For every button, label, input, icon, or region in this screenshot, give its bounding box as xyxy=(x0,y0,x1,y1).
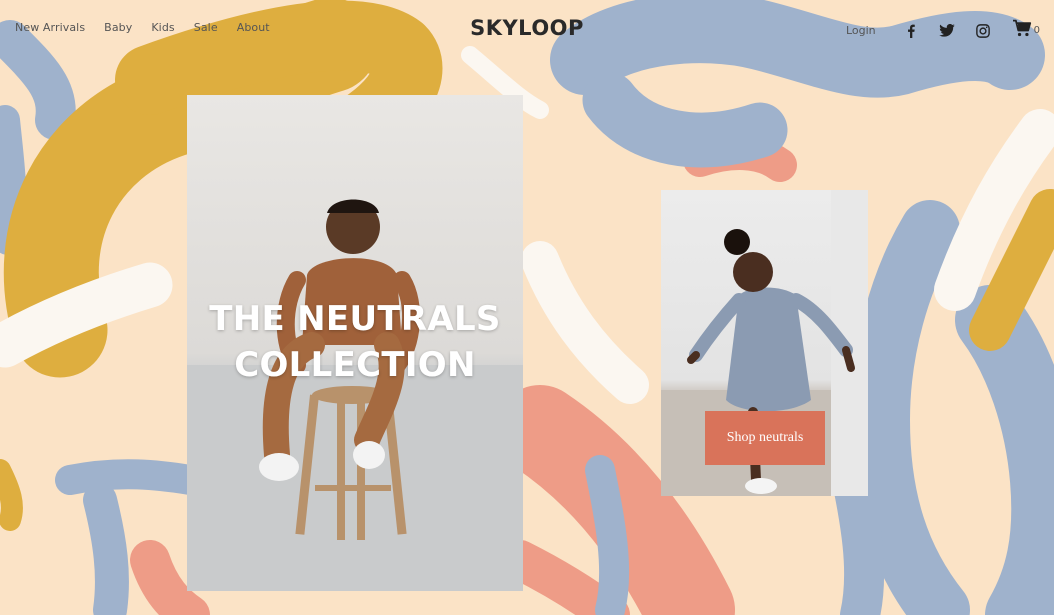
nav-item-sale[interactable]: Sale xyxy=(194,20,218,36)
cart-button[interactable]: 0 xyxy=(1012,19,1040,42)
brand-logo[interactable]: SKYLOOP xyxy=(470,16,584,40)
hero-headline: THE NEUTRALS COLLECTION xyxy=(187,296,523,388)
nav-item-kids[interactable]: Kids xyxy=(151,20,174,36)
nav-item-baby[interactable]: Baby xyxy=(104,20,132,36)
nav-item-about[interactable]: About xyxy=(237,20,270,36)
headline-line-1: THE NEUTRALS xyxy=(209,299,501,339)
login-link[interactable]: Login xyxy=(846,24,876,37)
main-nav: New Arrivals Baby Kids Sale About xyxy=(15,20,289,36)
cart-count: 0 xyxy=(1033,25,1040,36)
facebook-icon[interactable] xyxy=(900,21,922,41)
shop-neutrals-button[interactable]: Shop neutrals xyxy=(705,411,825,465)
twitter-icon[interactable] xyxy=(936,21,958,41)
cart-icon xyxy=(1012,19,1032,42)
header-right: Login 0 xyxy=(846,19,1040,42)
painted-background xyxy=(0,0,1054,615)
nav-item-new-arrivals[interactable]: New Arrivals xyxy=(15,20,85,36)
headline-line-2: COLLECTION xyxy=(234,345,476,385)
instagram-icon[interactable] xyxy=(972,21,994,41)
